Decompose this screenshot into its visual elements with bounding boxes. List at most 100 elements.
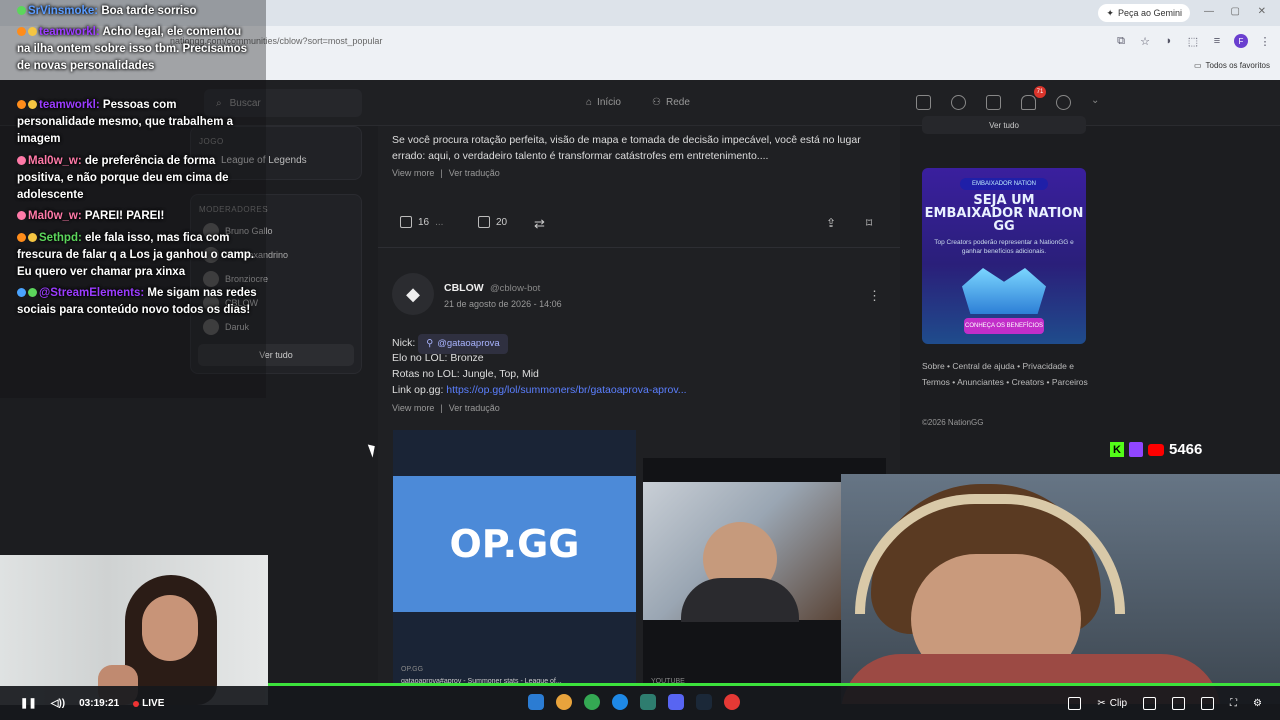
- preview-source: OP.GG: [401, 666, 424, 673]
- app-icon[interactable]: [640, 694, 656, 710]
- footer-links[interactable]: Sobre • Central de ajuda • Privacidade e…: [922, 358, 1092, 390]
- extension-icon[interactable]: ◗: [1162, 34, 1176, 48]
- bookmark-icon: ⌑: [866, 216, 873, 230]
- like-button[interactable]: 16...: [400, 216, 443, 228]
- star-icon[interactable]: ☆: [1138, 34, 1152, 48]
- comment-icon: [478, 216, 490, 228]
- notification-badge: 71: [1034, 86, 1046, 98]
- profile-avatar[interactable]: F: [1234, 34, 1248, 48]
- translate-link[interactable]: Ver tradução: [449, 403, 500, 413]
- shield-icon: [400, 216, 412, 228]
- chrome-icon[interactable]: [584, 694, 600, 710]
- minimize-icon[interactable]: —: [1204, 6, 1214, 17]
- captions-icon[interactable]: [1143, 697, 1157, 710]
- puzzle-icon[interactable]: ⬚: [1186, 34, 1200, 48]
- robot-icon: [17, 288, 26, 297]
- picture-in-picture-icon[interactable]: [1201, 697, 1215, 710]
- people-icon: ⚇: [652, 97, 661, 108]
- repost-button[interactable]: ⇄: [534, 216, 545, 232]
- translate-link[interactable]: Ver tradução: [449, 168, 500, 178]
- chat-message: Sethpd: ele fala isso, mas fica com fres…: [17, 232, 255, 278]
- volume-icon[interactable]: ◁)): [51, 698, 65, 709]
- copyright: ©2026 NationGG: [922, 418, 984, 427]
- clip-button[interactable]: ✂ Clip: [1097, 698, 1127, 709]
- theater-mode-icon[interactable]: [1068, 697, 1082, 710]
- settings-icon[interactable]: [1056, 95, 1071, 110]
- heart-icon: [17, 211, 26, 220]
- cast-icon[interactable]: ⧉: [1114, 34, 1128, 48]
- fullscreen-icon[interactable]: ⛶: [1230, 698, 1237, 709]
- post-text: Se você procura rotação perfeita, visão …: [392, 134, 861, 162]
- promo-title: SEJA UM EMBAIXADOR NATION GG: [924, 193, 1084, 234]
- promo-subtitle: Top Creators poderão representar a Natio…: [934, 239, 1074, 255]
- crown-icon: [962, 268, 1046, 314]
- post-menu-icon[interactable]: ⋮: [868, 288, 881, 304]
- pause-icon[interactable]: ❚❚: [20, 698, 37, 709]
- chat-message: Mal0w_w: de preferência de forma positiv…: [17, 155, 229, 201]
- link-preview-opgg[interactable]: OP.GG OP.GG gataoaprova#aprov - Summoner…: [393, 430, 636, 686]
- see-all-button[interactable]: Ver tudo: [922, 116, 1086, 134]
- close-icon[interactable]: ✕: [1258, 6, 1266, 17]
- nav-network[interactable]: ⚇ Rede: [652, 97, 690, 108]
- maximize-icon[interactable]: ▢: [1231, 6, 1240, 17]
- live-indicator: LIVE: [133, 698, 164, 709]
- author-avatar[interactable]: ◆: [392, 273, 434, 315]
- gemini-button[interactable]: ✦ Peça ao Gemini: [1098, 4, 1190, 22]
- promo-cta-button[interactable]: CONHEÇA OS BENEFÍCIOS: [964, 318, 1044, 334]
- view-more-link[interactable]: View more: [392, 403, 434, 413]
- favorites-bar[interactable]: ▭ Todos os favoritos: [1194, 61, 1270, 70]
- comment-button[interactable]: 20: [478, 216, 507, 228]
- opgg-logo: OP.GG: [393, 476, 636, 612]
- author-name[interactable]: CBLOW: [444, 282, 484, 294]
- bell-icon[interactable]: [1021, 95, 1036, 110]
- badge-icon: [17, 6, 26, 15]
- view-more-link[interactable]: View more: [392, 168, 434, 178]
- badge-icon: [17, 100, 26, 109]
- author-handle: @cblow-bot: [490, 283, 541, 294]
- kick-icon: K: [1110, 442, 1124, 457]
- chat-message: @StreamElements: Me sigam nas redes soci…: [17, 287, 257, 316]
- chat-message: SrVinsmoke: Boa tarde sorriso: [17, 3, 257, 20]
- nav-home[interactable]: ⌂ Início: [586, 97, 621, 108]
- folder-icon: ▭: [1193, 61, 1202, 70]
- player-left-controls: ❚❚ ◁)) 03:19:21 LIVE: [20, 698, 164, 709]
- viewer-count: K 5466: [1110, 441, 1202, 458]
- webcam-guest: [0, 555, 268, 705]
- share-button[interactable]: ⇪: [826, 216, 836, 230]
- webcam-streamer: [841, 474, 1280, 704]
- divider: [378, 247, 900, 248]
- windows-start-icon[interactable]: [528, 694, 544, 710]
- opgg-line: Link op.gg: https://op.gg/lol/summoners/…: [392, 384, 687, 396]
- elo-line: Elo no LOL: Bronze: [392, 352, 484, 364]
- roles-line: Rotas no LOL: Jungle, Top, Mid: [392, 368, 539, 380]
- share-icon: ⇪: [826, 216, 837, 230]
- discord-icon[interactable]: [668, 694, 684, 710]
- kebab-menu-icon[interactable]: ⋮: [1258, 34, 1272, 48]
- home-icon: ⌂: [586, 97, 593, 108]
- create-post-icon[interactable]: [916, 95, 931, 110]
- opgg-link[interactable]: https://op.gg/lol/summoners/br/gataoapro…: [446, 384, 686, 396]
- menu-list-icon[interactable]: ≡: [1210, 34, 1224, 48]
- record-icon[interactable]: [724, 694, 740, 710]
- miniplayer-icon[interactable]: [1172, 697, 1186, 710]
- stream-time: 03:19:21: [79, 698, 120, 709]
- calendar-icon[interactable]: [986, 95, 1001, 110]
- app-icon[interactable]: [556, 694, 572, 710]
- edge-icon[interactable]: [612, 694, 628, 710]
- chevron-down-icon[interactable]: ⌄: [1091, 95, 1099, 110]
- browser-toolbar: ⧉ ☆ ◗ ⬚ ≡ F ⋮: [1114, 34, 1272, 48]
- crown-icon: [28, 233, 37, 242]
- header-actions: ⌄: [916, 95, 1099, 110]
- live-dot-icon: [133, 700, 140, 707]
- chat-message: teamworkl: Acho legal, ele comentou na i…: [17, 26, 248, 72]
- crown-icon: [28, 27, 37, 36]
- bookmark-button[interactable]: ⌑: [866, 216, 872, 230]
- clip-icon: ✂: [1097, 698, 1106, 709]
- heart-icon: [17, 156, 26, 165]
- speed-icon[interactable]: [951, 95, 966, 110]
- ambassador-promo[interactable]: EMBAIXADOR NATION SEJA UM EMBAIXADOR NAT…: [922, 168, 1086, 344]
- gear-icon[interactable]: ⚙: [1253, 698, 1262, 709]
- steam-icon[interactable]: [696, 694, 712, 710]
- mouse-cursor: [367, 442, 379, 458]
- gemini-icon: ✦: [1106, 7, 1114, 18]
